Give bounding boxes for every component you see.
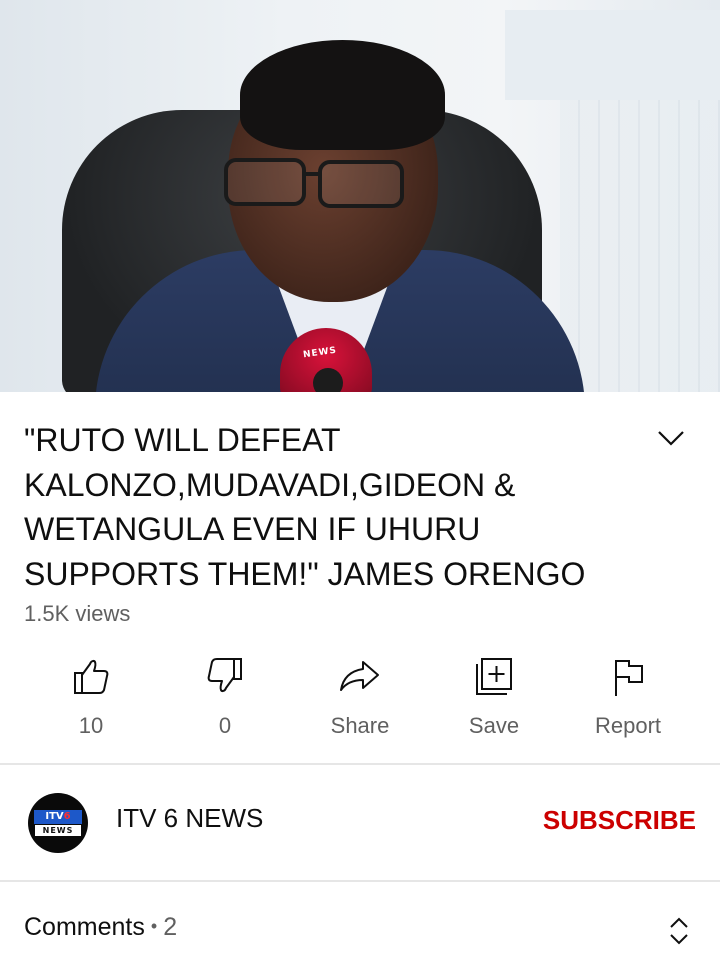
subscribe-button[interactable]: SUBSCRIBE	[543, 805, 696, 836]
video-player[interactable]: NEWS	[0, 0, 720, 392]
flag-icon	[615, 660, 643, 696]
view-count: 1.5K views	[24, 601, 131, 626]
avatar-logo-number: 6	[63, 811, 71, 822]
share-button[interactable]: Share	[305, 652, 415, 752]
video-title-row: "RUTO WILL DEFEAT KALONZO,MUDAVADI,GIDEO…	[24, 418, 704, 596]
expand-collapse-icon[interactable]	[666, 914, 692, 948]
video-microphone-head	[313, 368, 343, 392]
add-to-playlist-icon	[476, 658, 512, 695]
video-speaker-glasses	[224, 158, 404, 208]
comments-header[interactable]: Comments • 2	[24, 913, 177, 942]
report-button[interactable]: Report	[573, 652, 683, 752]
comments-count: 2	[163, 913, 178, 941]
like-button[interactable]: 10	[36, 652, 146, 752]
thumbs-down-icon	[207, 658, 242, 693]
share-arrow-icon	[340, 661, 379, 691]
avatar-logo-top: ITV6	[34, 810, 82, 824]
comments-label: Comments	[24, 913, 145, 941]
avatar-logo-itv: ITV	[45, 811, 64, 822]
video-background-window	[505, 10, 720, 100]
channel-avatar[interactable]: ITV6 NEWS	[28, 793, 88, 853]
dislike-button[interactable]: 0	[170, 652, 280, 752]
video-speaker-hair	[240, 40, 445, 150]
save-button[interactable]: Save	[439, 652, 549, 752]
share-label: Share	[330, 713, 390, 738]
comments-separator: •	[150, 916, 158, 936]
divider	[0, 880, 720, 882]
thumbs-up-icon	[74, 659, 109, 694]
report-label: Report	[594, 713, 662, 738]
dislike-count: 0	[218, 713, 232, 738]
channel-name[interactable]: ITV 6 NEWS	[116, 803, 263, 834]
save-label: Save	[468, 713, 520, 738]
video-background-blinds	[560, 100, 720, 392]
video-title: "RUTO WILL DEFEAT KALONZO,MUDAVADI,GIDEO…	[24, 422, 586, 592]
avatar-logo-bottom: NEWS	[35, 825, 81, 836]
chevron-down-icon[interactable]	[656, 428, 686, 450]
action-bar: 10 0 Share Save Report	[0, 652, 720, 752]
like-count: 10	[78, 713, 104, 738]
channel-row: ITV6 NEWS ITV 6 NEWS SUBSCRIBE	[0, 765, 720, 880]
